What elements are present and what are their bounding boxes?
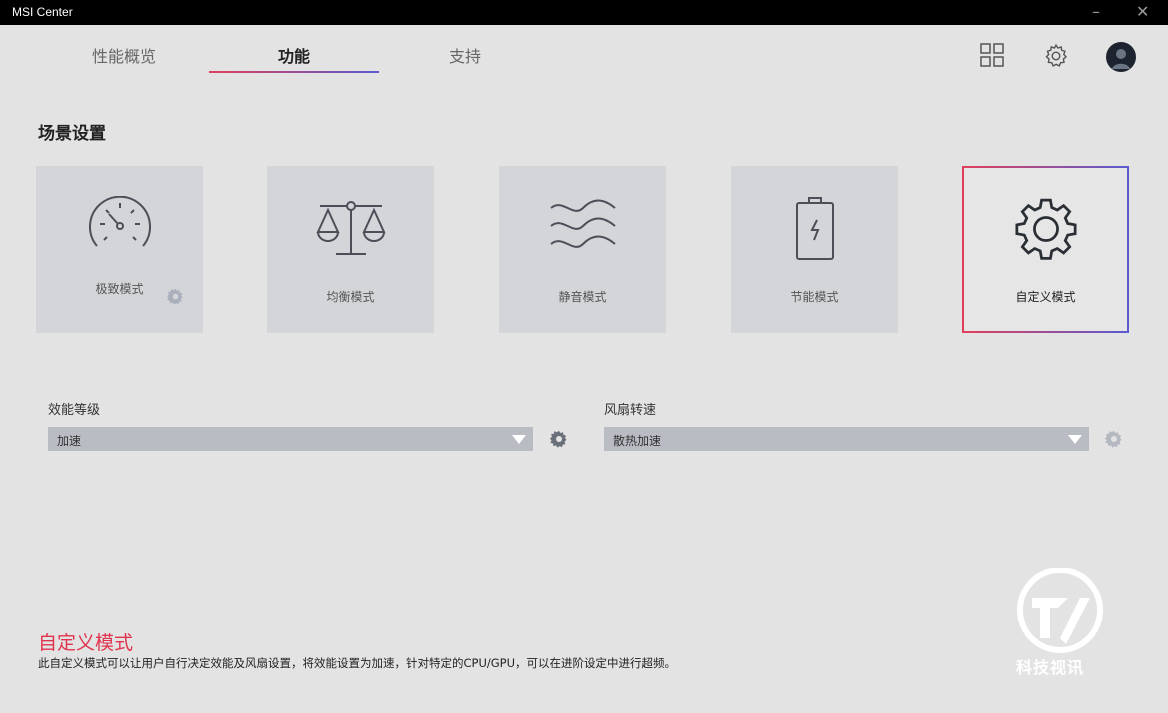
minimize-button[interactable]: – xyxy=(1092,2,1100,21)
gear-icon xyxy=(1014,198,1077,260)
section-title: 场景设置 xyxy=(38,124,106,144)
fan-select[interactable]: 散热加速 xyxy=(604,427,1089,451)
performance-value: 加速 xyxy=(57,434,82,448)
mode-label: 静音模式 xyxy=(558,290,607,304)
fan-value: 散热加速 xyxy=(613,434,662,448)
mode-label: 节能模式 xyxy=(790,290,839,304)
performance-select[interactable]: 加速 xyxy=(48,427,533,451)
battery-icon xyxy=(795,197,834,260)
tab-support[interactable]: 支持 xyxy=(380,43,550,67)
performance-gear-icon[interactable] xyxy=(550,430,568,448)
waves-icon xyxy=(549,199,616,248)
tab-overview[interactable]: 性能概览 xyxy=(39,43,209,67)
mode-card-silent[interactable]: 静音模式 xyxy=(499,166,666,333)
mode-label: 自定义模式 xyxy=(1015,290,1076,304)
settings-icon[interactable] xyxy=(1043,42,1069,70)
speedometer-icon xyxy=(88,196,151,247)
chevron-down-icon xyxy=(512,435,526,444)
chevron-down-icon xyxy=(1068,435,1082,444)
mode-card-custom[interactable]: 自定义模式 xyxy=(962,166,1129,333)
tab-features[interactable]: 功能 xyxy=(209,43,379,73)
watermark-text: 科技视讯 xyxy=(1016,658,1085,677)
description-text: 此自定义模式可以让用户自行决定效能及风扇设置，将效能设置为加速，针对特定的CPU… xyxy=(38,656,677,670)
watermark-logo: 科技视讯 xyxy=(1012,567,1108,677)
mode-card-eco[interactable]: 节能模式 xyxy=(731,166,898,333)
mode-card-extreme[interactable]: 极致模式 xyxy=(36,166,203,333)
grid-icon[interactable] xyxy=(980,42,1004,68)
balance-scale-icon xyxy=(315,201,386,255)
mode-card-balanced[interactable]: 均衡模式 xyxy=(267,166,434,333)
fan-gear-icon[interactable] xyxy=(1105,430,1123,448)
close-button[interactable]: ✕ xyxy=(1136,2,1149,21)
app-title: MSI Center xyxy=(12,5,73,19)
fan-label: 风扇转速 xyxy=(604,403,657,418)
title-bar: MSI Center – ✕ xyxy=(0,0,1168,25)
gear-icon[interactable] xyxy=(167,288,184,305)
performance-label: 效能等级 xyxy=(48,403,101,418)
mode-label: 均衡模式 xyxy=(326,290,375,304)
description-title: 自定义模式 xyxy=(38,632,134,654)
avatar[interactable] xyxy=(1106,42,1136,72)
